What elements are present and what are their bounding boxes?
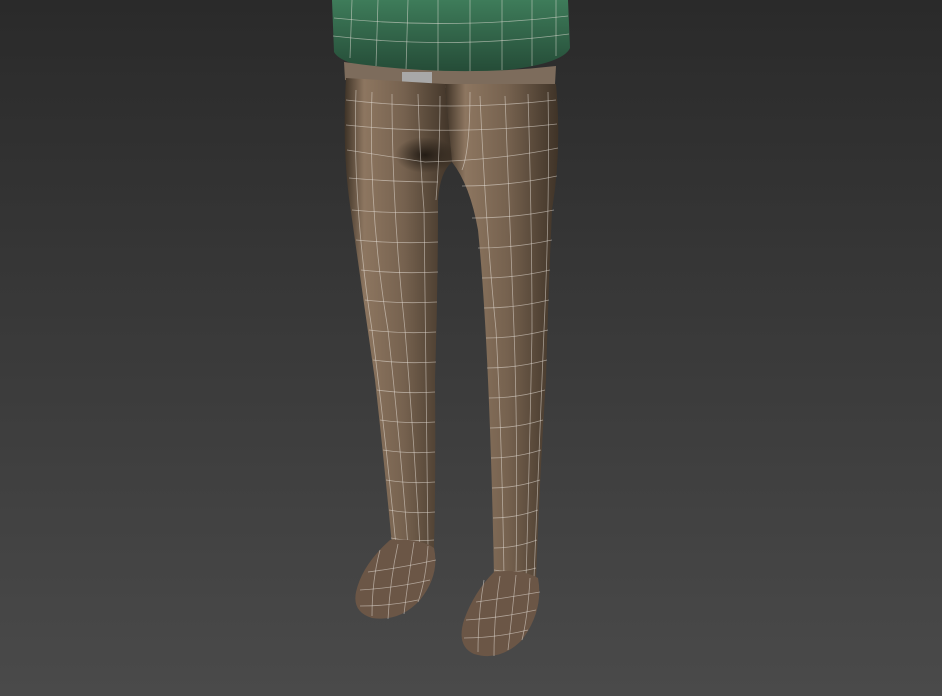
shirt-mesh[interactable] bbox=[332, 0, 570, 74]
right-shoe-mesh[interactable] bbox=[461, 570, 541, 657]
left-shoe-mesh[interactable] bbox=[355, 539, 437, 620]
crotch-shadow bbox=[395, 137, 455, 173]
viewport-3d[interactable] bbox=[0, 0, 942, 696]
character-model[interactable] bbox=[0, 0, 942, 696]
